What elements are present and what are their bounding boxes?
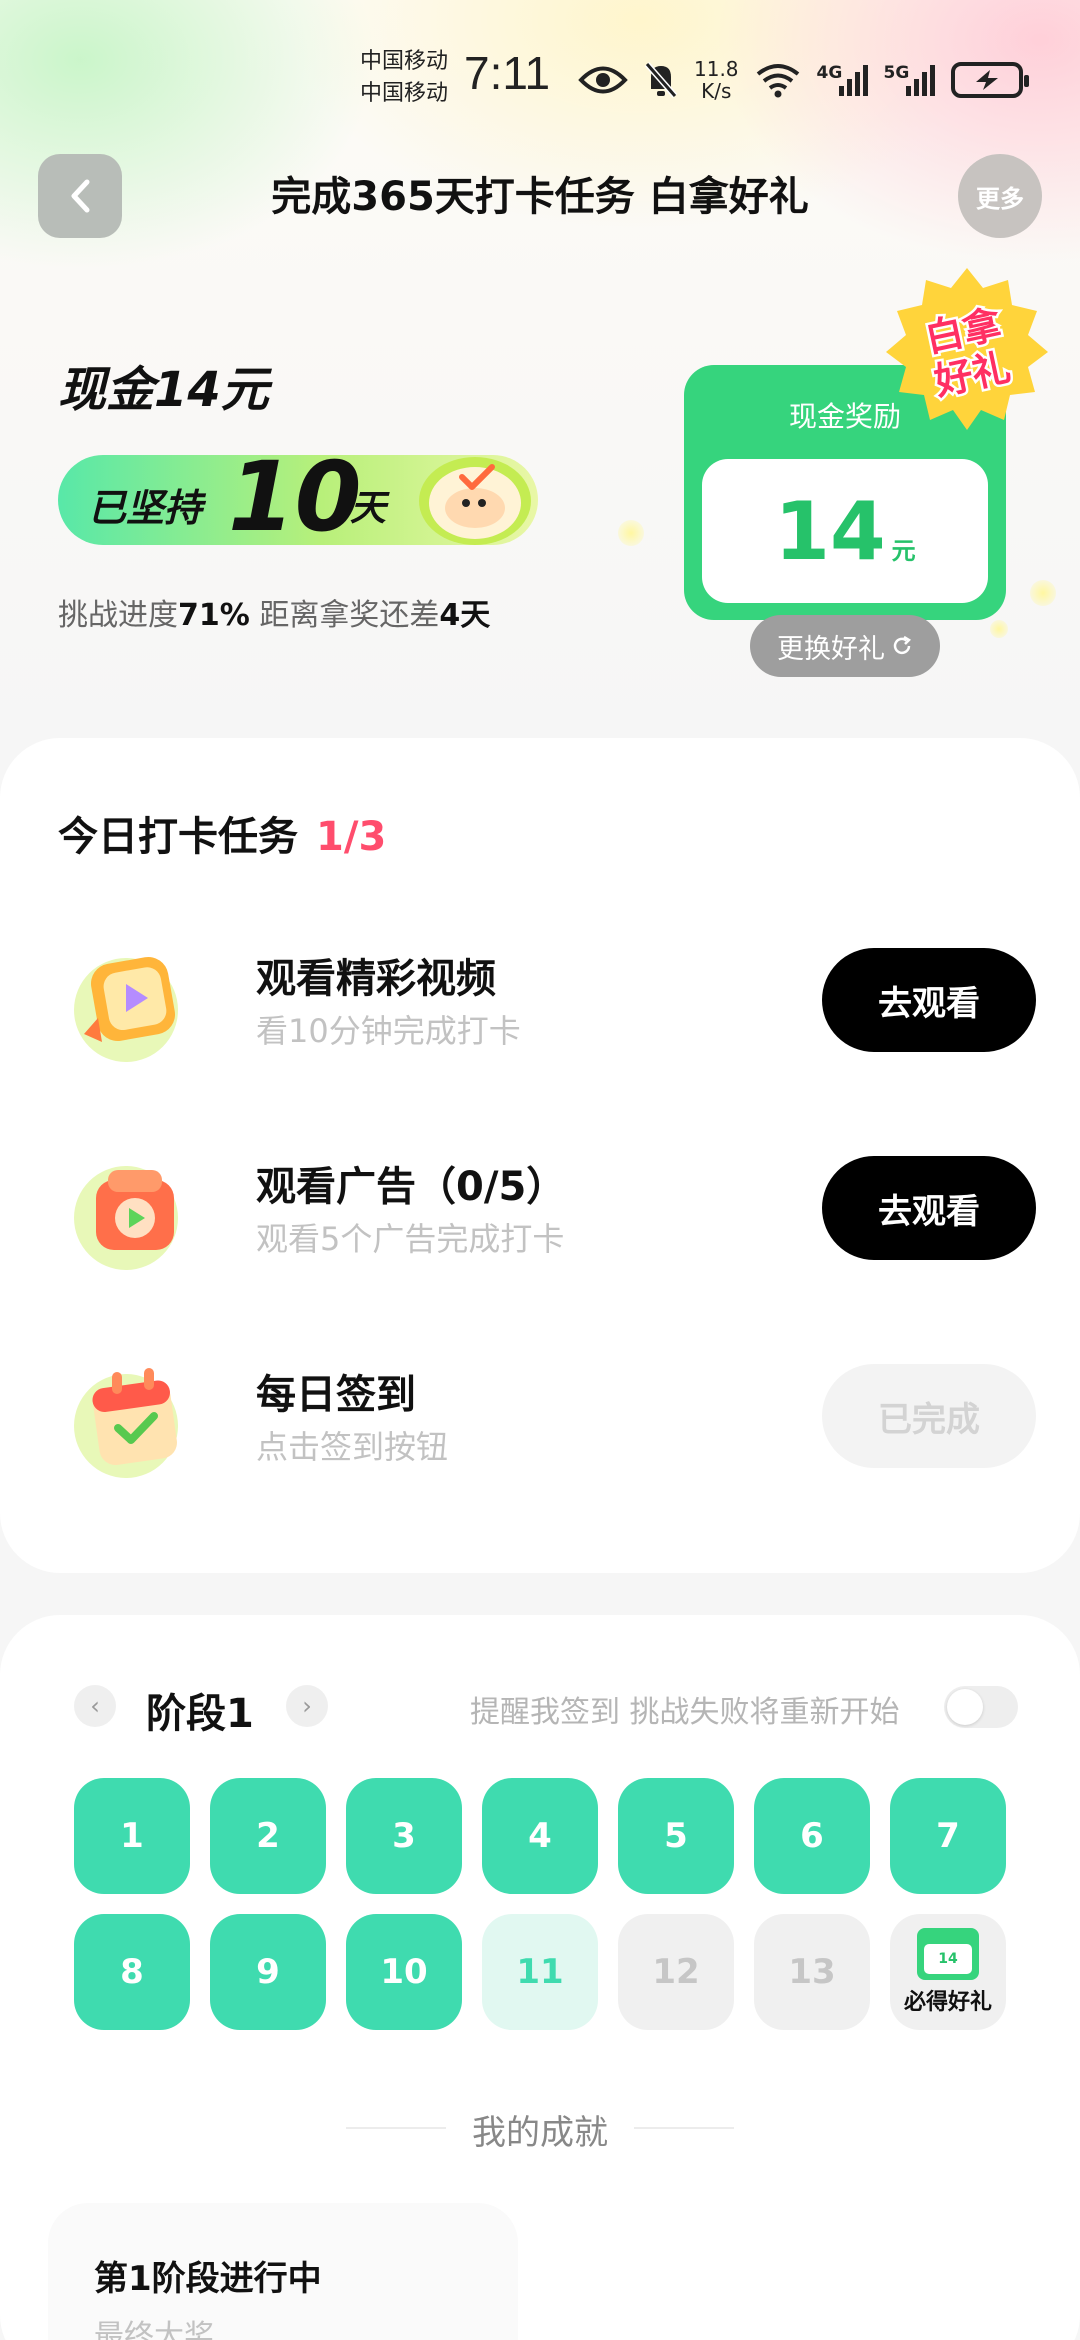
- cash-title: 现金14元: [58, 362, 269, 418]
- remind-toggle[interactable]: [944, 1686, 1018, 1728]
- day-cell[interactable]: 5: [618, 1778, 734, 1894]
- net-speed-unit: K/s: [701, 79, 732, 103]
- day-cell[interactable]: 4: [482, 1778, 598, 1894]
- progress-value: 71%: [178, 598, 250, 633]
- sim2-label: 5G: [883, 62, 910, 83]
- calendar-check-icon: [74, 1368, 178, 1478]
- remaining-value: 4天: [439, 598, 491, 633]
- task-subtitle: 看10分钟完成打卡: [256, 1012, 521, 1050]
- refresh-icon: [893, 635, 912, 655]
- swap-gift-label: 更换好礼: [777, 633, 885, 665]
- tasks-title-text: 今日打卡任务: [58, 814, 298, 860]
- task-item-checkin: 每日签到 点击签到按钮 已完成: [0, 1354, 1080, 1484]
- task-subtitle: 观看5个广告完成打卡: [256, 1220, 565, 1258]
- prev-stage-button[interactable]: ‹: [74, 1685, 116, 1727]
- wifi-icon: [756, 64, 799, 98]
- signal-icon: 5G: [883, 62, 935, 96]
- reward-unit: 元: [891, 537, 916, 565]
- status-bar: 中国移动 中国移动 7:11 11.8 K/s 4G 5G: [0, 40, 1080, 120]
- day-cell[interactable]: 3: [346, 1778, 462, 1894]
- go-watch-ads-button[interactable]: 去观看: [822, 1156, 1036, 1260]
- free-gift-badge: 白拿 好礼: [886, 268, 1048, 430]
- swap-gift-button[interactable]: 更换好礼: [750, 615, 940, 677]
- day-cell[interactable]: 12: [618, 1914, 734, 2030]
- ad-video-icon: [74, 1166, 178, 1270]
- daily-tasks-card: 今日打卡任务 1/3 观看精彩视频 看10分钟完成打卡 去观看 观看广告（0/5）…: [0, 738, 1080, 1573]
- day-cell[interactable]: 8: [74, 1914, 190, 2030]
- task-name: 观看精彩视频: [256, 956, 496, 1002]
- tasks-count: 1/3: [316, 814, 387, 860]
- chevron-left-icon: [71, 179, 90, 213]
- more-button[interactable]: 更多: [958, 154, 1042, 238]
- streak-prefix: 已坚持: [88, 486, 203, 530]
- progress-label: 挑战进度: [58, 598, 178, 633]
- net-speed: 11.8 K/s: [694, 58, 739, 102]
- tasks-title: 今日打卡任务 1/3: [58, 804, 386, 862]
- day-cell[interactable]: 13: [754, 1914, 870, 2030]
- achievement-name: 第1阶段进行中: [94, 2259, 322, 2299]
- toggle-knob: [947, 1689, 983, 1725]
- net-speed-value: 11.8: [694, 57, 739, 81]
- day-cell[interactable]: 11: [482, 1914, 598, 2030]
- sim1-label: 4G: [816, 62, 843, 83]
- day-cell[interactable]: 10: [346, 1914, 462, 2030]
- day-cell[interactable]: 6: [754, 1778, 870, 1894]
- day-cell[interactable]: 1: [74, 1778, 190, 1894]
- achievement-card[interactable]: 第1阶段进行中 最终大奖: [48, 2203, 518, 2340]
- carrier-2: 中国移动: [360, 81, 449, 106]
- gift-label: 必得好礼: [903, 1990, 992, 2015]
- streak-pill: 已坚持 10 天: [58, 441, 538, 553]
- eye-icon: [578, 66, 628, 94]
- mascot-icon: [419, 457, 531, 545]
- reward-amount-value: 14: [774, 485, 886, 578]
- carrier-1: 中国移动: [360, 49, 449, 74]
- reward-amount-box: 14 元: [702, 459, 988, 603]
- video-play-icon: [74, 956, 178, 1062]
- sparkle-decoration: [618, 520, 644, 546]
- task-name: 观看广告（0/5）: [256, 1164, 567, 1210]
- checkin-completed-button[interactable]: 已完成: [822, 1364, 1036, 1468]
- carrier-labels: 中国移动 中国移动: [360, 46, 448, 110]
- day-grid: 12345678910111213必得好礼: [74, 1778, 1014, 2030]
- divider: [634, 2127, 734, 2129]
- day-cell[interactable]: 2: [210, 1778, 326, 1894]
- achievements-header: 我的成就: [0, 2105, 1080, 2153]
- task-name: 每日签到: [256, 1372, 416, 1418]
- task-subtitle: 点击签到按钮: [256, 1428, 449, 1466]
- achievements-title: 我的成就: [472, 2113, 608, 2153]
- achievement-subtitle: 最终大奖: [94, 2319, 214, 2340]
- clock: 7:11: [464, 47, 551, 99]
- streak-days: 10: [228, 441, 362, 553]
- remaining-label: 距离拿奖还差: [249, 598, 440, 633]
- page-title: 完成365天打卡任务 白拿好礼: [271, 174, 809, 220]
- streak-suffix: 天: [350, 488, 387, 529]
- progress-line: 挑战进度71% 距离拿奖还差4天: [58, 590, 490, 634]
- remind-text: 提醒我签到 挑战失败将重新开始: [470, 1695, 900, 1730]
- signal-icon: 4G: [816, 62, 868, 96]
- back-button[interactable]: [38, 154, 122, 238]
- day-cell[interactable]: 9: [210, 1914, 326, 2030]
- status-icons: 11.8 K/s 4G 5G: [578, 54, 1029, 106]
- reward-amount: 14 元: [702, 485, 988, 578]
- task-item-ads: 观看广告（0/5） 观看5个广告完成打卡 去观看: [0, 1146, 1080, 1276]
- day-cell[interactable]: 7: [890, 1778, 1006, 1894]
- go-watch-video-button[interactable]: 去观看: [822, 948, 1036, 1052]
- gift-day-cell[interactable]: 必得好礼: [890, 1914, 1006, 2030]
- stage-card: ‹ 阶段1 › 提醒我签到 挑战失败将重新开始 1 2 3 4 5 6 7 8 9 10 11 12 1…: [0, 1615, 1080, 2340]
- mute-bell-icon: [644, 62, 678, 98]
- gift-ticket-icon: [917, 1928, 979, 1980]
- sparkle-decoration: [1030, 580, 1056, 606]
- battery-charging-icon: [950, 62, 1029, 98]
- stage-title: 阶段1: [146, 1691, 254, 1737]
- next-stage-button[interactable]: ›: [286, 1685, 328, 1727]
- task-item-video: 观看精彩视频 看10分钟完成打卡 去观看: [0, 938, 1080, 1068]
- sparkle-decoration: [990, 620, 1008, 638]
